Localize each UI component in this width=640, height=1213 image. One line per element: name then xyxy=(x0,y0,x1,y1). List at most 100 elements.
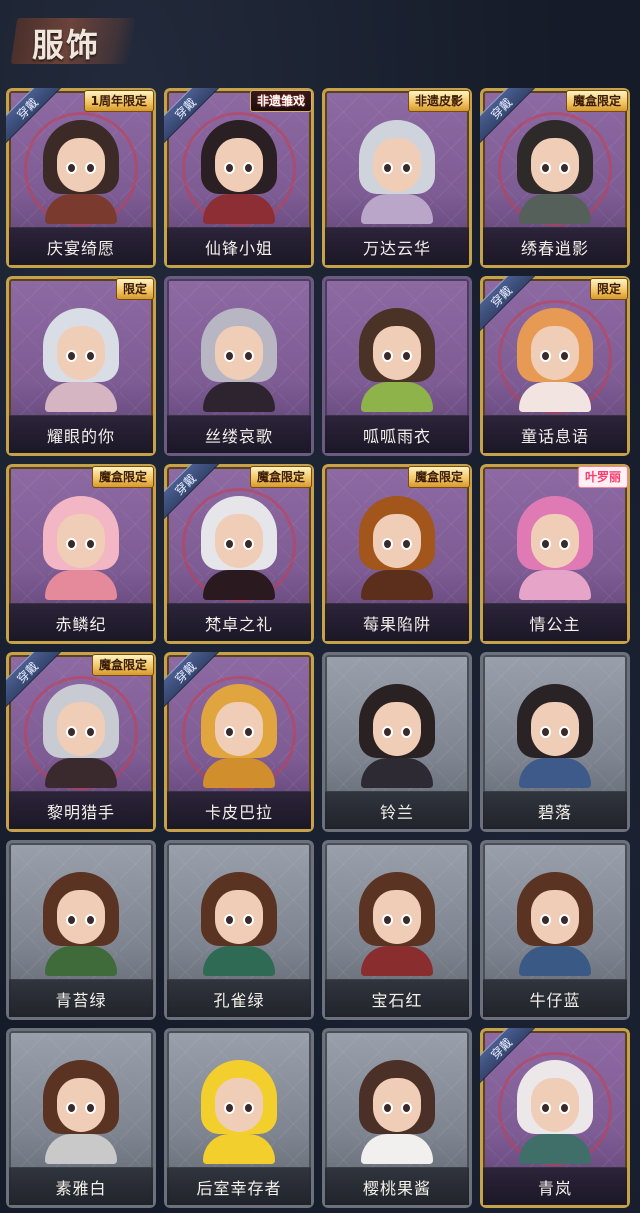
costume-card[interactable]: 宝石红 xyxy=(322,840,472,1020)
portrait-outfit xyxy=(45,570,117,600)
portrait-outfit xyxy=(361,1134,433,1164)
character-portrait xyxy=(357,868,437,976)
name-bar: 宝石红 xyxy=(325,979,469,1017)
name-bar: 仙锋小姐 xyxy=(167,227,311,265)
name-bar: 素雅白 xyxy=(9,1167,153,1205)
worn-badge: 穿戴 xyxy=(6,88,64,146)
portrait-eye xyxy=(540,162,551,174)
portrait-eye xyxy=(243,726,254,738)
portrait-eye xyxy=(540,726,551,738)
portrait-eye xyxy=(85,350,96,362)
costume-card[interactable]: 穿戴 限定 童话息语 xyxy=(480,276,630,456)
portrait-outfit xyxy=(519,946,591,976)
costume-card[interactable]: 呱呱雨衣 xyxy=(322,276,472,456)
costume-name: 黎明猎手 xyxy=(46,802,115,822)
costume-name: 碧落 xyxy=(537,802,572,822)
name-bar: 耀眼的你 xyxy=(9,415,153,453)
page-title: 服饰 xyxy=(32,26,101,64)
costume-card[interactable]: 穿戴 1周年限定 庆宴绮愿 xyxy=(6,88,156,268)
costume-card[interactable]: 穿戴 魔盒限定 绣春逍影 xyxy=(480,88,630,268)
portrait-outfit xyxy=(519,382,591,412)
costume-card[interactable]: 穿戴卡皮巴拉 xyxy=(164,652,314,832)
limited-tag: 限定 xyxy=(589,278,628,300)
portrait-eye xyxy=(401,162,412,174)
costume-card[interactable]: 孔雀绿 xyxy=(164,840,314,1020)
portrait-eye xyxy=(243,538,254,550)
costume-name: 宝石红 xyxy=(371,990,423,1010)
name-bar: 青岚 xyxy=(483,1167,627,1205)
portrait-eye xyxy=(540,350,551,362)
costume-card[interactable]: 后室幸存者 xyxy=(164,1028,314,1208)
portrait-face xyxy=(531,514,579,568)
costume-name: 樱桃果酱 xyxy=(362,1178,431,1198)
portrait-eye xyxy=(540,914,551,926)
header: 服饰 xyxy=(0,0,640,86)
portrait-face xyxy=(531,702,579,756)
portrait-eye xyxy=(559,914,570,926)
character-portrait xyxy=(199,304,279,412)
costume-card[interactable]: 魔盒限定 莓果陷阱 xyxy=(322,464,472,644)
worn-badge-label: 穿戴 xyxy=(480,1028,538,1086)
worn-badge: 穿戴 xyxy=(480,88,538,146)
costume-card[interactable]: 穿戴 魔盒限定梵卓之礼 xyxy=(164,464,314,644)
portrait-face xyxy=(215,702,263,756)
name-bar: 丝缕哀歌 xyxy=(167,415,311,453)
portrait-eye xyxy=(559,162,570,174)
portrait-eye xyxy=(66,726,77,738)
costume-card[interactable]: 叶罗丽 情公主 xyxy=(480,464,630,644)
portrait-eye xyxy=(382,726,393,738)
costume-card[interactable]: 铃兰 xyxy=(322,652,472,832)
portrait-face xyxy=(57,514,105,568)
name-bar: 梵卓之礼 xyxy=(167,603,311,641)
portrait-outfit xyxy=(203,382,275,412)
costume-name: 梵卓之礼 xyxy=(204,614,273,634)
costume-card[interactable]: 碧落 xyxy=(480,652,630,832)
portrait-face xyxy=(57,326,105,380)
costume-card[interactable]: 非遗皮影 万达云华 xyxy=(322,88,472,268)
portrait-eye xyxy=(66,914,77,926)
costume-name: 孔雀绿 xyxy=(213,990,265,1010)
costume-card[interactable]: 素雅白 xyxy=(6,1028,156,1208)
name-bar: 情公主 xyxy=(483,603,627,641)
costume-card[interactable]: 限定耀眼的你 xyxy=(6,276,156,456)
portrait-outfit xyxy=(45,1134,117,1164)
costume-name: 卡皮巴拉 xyxy=(204,802,273,822)
costume-name: 童话息语 xyxy=(520,426,589,446)
costume-card[interactable]: 穿戴 非遗雏戏 仙锋小姐 xyxy=(164,88,314,268)
portrait-eye xyxy=(224,162,235,174)
portrait-eye xyxy=(382,914,393,926)
portrait-eye xyxy=(243,914,254,926)
costume-name: 素雅白 xyxy=(55,1178,107,1198)
character-portrait xyxy=(357,304,437,412)
portrait-outfit xyxy=(519,758,591,788)
costume-card[interactable]: 穿戴 青岚 xyxy=(480,1028,630,1208)
worn-badge: 穿戴 xyxy=(164,464,222,522)
portrait-eye xyxy=(66,162,77,174)
costume-card[interactable]: 丝缕哀歌 xyxy=(164,276,314,456)
portrait-eye xyxy=(224,350,235,362)
costume-card[interactable]: 青苔绿 xyxy=(6,840,156,1020)
worn-badge: 穿戴 xyxy=(6,652,64,710)
worn-badge: 穿戴 xyxy=(164,652,222,710)
name-bar: 后室幸存者 xyxy=(167,1167,311,1205)
portrait-eye xyxy=(243,1102,254,1114)
limited-tag: 魔盒限定 xyxy=(91,654,154,676)
costume-card[interactable]: 魔盒限定 赤鳞纪 xyxy=(6,464,156,644)
costume-name: 庆宴绮愿 xyxy=(46,238,115,258)
costume-card[interactable]: 樱桃果酱 xyxy=(322,1028,472,1208)
costume-card[interactable]: 穿戴 魔盒限定黎明猎手 xyxy=(6,652,156,832)
limited-tag: 限定 xyxy=(115,278,154,300)
portrait-outfit xyxy=(45,758,117,788)
costume-name: 万达云华 xyxy=(362,238,431,258)
name-bar: 呱呱雨衣 xyxy=(325,415,469,453)
name-bar: 莓果陷阱 xyxy=(325,603,469,641)
worn-badge-label: 穿戴 xyxy=(6,88,64,146)
portrait-face xyxy=(57,1078,105,1132)
costume-card[interactable]: 牛仔蓝 xyxy=(480,840,630,1020)
portrait-eye xyxy=(85,538,96,550)
character-portrait xyxy=(41,304,121,412)
limited-tag: 魔盒限定 xyxy=(565,90,628,112)
portrait-face xyxy=(531,326,579,380)
limited-tag: 魔盒限定 xyxy=(249,466,312,488)
portrait-eye xyxy=(243,350,254,362)
